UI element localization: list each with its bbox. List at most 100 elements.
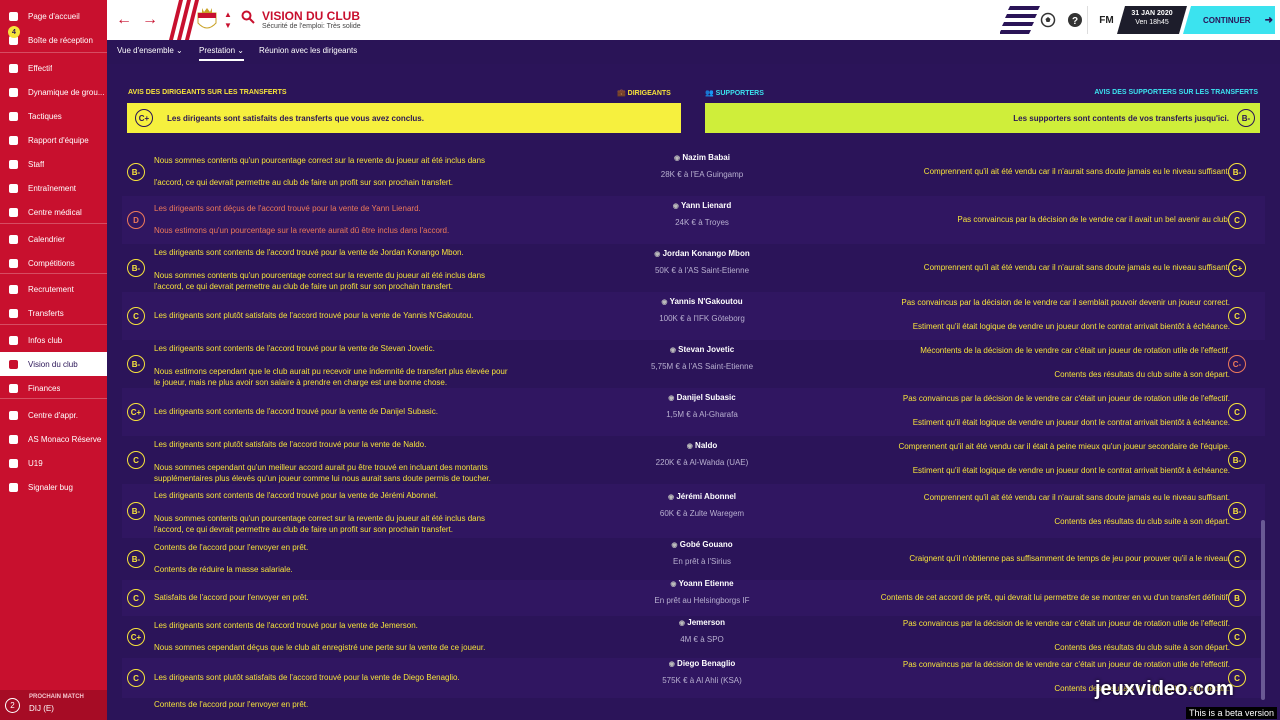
sidebar-item-dynamics[interactable]: Dynamique de grou... — [0, 80, 107, 104]
transfer-row[interactable]: B- Les dirigeants sont contents de l'acco… — [122, 484, 1265, 538]
supporters-grade-badge: B- — [1228, 163, 1246, 181]
player-name-link[interactable]: ◉ Danijel Subasic — [627, 393, 777, 402]
transfer-row[interactable]: C Les dirigeants sont plutôt satisfaits d… — [122, 436, 1265, 484]
sidebar-item-tactics[interactable]: Tactiques — [0, 104, 107, 128]
transfer-fee: En prêt à l'Sirius — [673, 557, 731, 566]
player-name-link[interactable]: ◉ Jemerson — [627, 618, 777, 627]
supporters-grade-badge: B- — [1228, 502, 1246, 520]
board-comment: l'accord, ce qui devrait permettre au cl… — [154, 282, 454, 291]
player-icon: ◉ — [686, 443, 693, 450]
board-grade-badge: C+ — [127, 403, 145, 421]
sidebar-item-mail[interactable]: Boîte de réception 4 — [0, 26, 107, 52]
sidebar-item-u19[interactable]: U19 — [0, 451, 107, 475]
u19-icon — [7, 457, 19, 469]
sidebar-item-home[interactable]: Page d'accueil — [0, 4, 107, 28]
board-banner: C+ Les dirigeants sont satisfaits des tr… — [127, 103, 681, 133]
sidebar-item-label: Compétitions — [28, 258, 75, 268]
sidebar-item-calendar[interactable]: Calendrier — [0, 227, 107, 251]
transfer-row[interactable]: B- Contents de l'accord pour l'envoyer en… — [122, 538, 1265, 580]
player-name-link[interactable]: ◉ Stevan Jovetic — [627, 345, 777, 354]
sidebar-item-report[interactable]: Rapport d'équipe — [0, 128, 107, 152]
player-name-link[interactable]: ◉ Yoann Etienne — [627, 579, 777, 588]
sidebar-item-label: Recrutement — [28, 284, 74, 294]
sidebar-item-scouting[interactable]: Recrutement — [0, 277, 107, 301]
board-comment: Les dirigeants sont déçus de l'accord tr… — [154, 204, 421, 213]
board-message: Les dirigeants sont satisfaits des trans… — [167, 113, 424, 123]
transfer-row[interactable]: D Les dirigeants sont déçus de l'accord t… — [122, 196, 1265, 244]
sidebar-item-label: Effectif — [28, 63, 53, 73]
sidebar-item-academy[interactable]: Centre d'appr. — [0, 403, 107, 427]
sidebar-item-staff[interactable]: Staff — [0, 152, 107, 176]
continue-button[interactable]: CONTINUER ➜ — [1183, 6, 1275, 34]
tab-label: Prestation — [199, 46, 236, 55]
help-icon[interactable]: ? — [1067, 12, 1083, 28]
top-bar: ← → ▲ ▼ VISION DU CLUB Sécurité de l'empl… — [107, 0, 1280, 40]
sidebar-item-training[interactable]: Entraînement — [0, 176, 107, 200]
player-name-link[interactable]: ◉ Yann Lienard — [627, 201, 777, 210]
sidebar-item-label: Vision du club — [28, 359, 78, 369]
next-match-panel[interactable]: 2 PROCHAIN MATCH DIJ (E) — [0, 690, 107, 720]
transfer-row[interactable]: B- Les dirigeants sont contents de l'acco… — [122, 244, 1265, 292]
transfer-row[interactable]: C Les dirigeants sont plutôt satisfaits d… — [122, 292, 1265, 340]
current-date: 31 JAN 2020 — [1131, 10, 1173, 17]
football-icon[interactable] — [1040, 12, 1056, 28]
inbox-count-badge: 4 — [8, 26, 20, 38]
board-comment: Les dirigeants sont plutôt satisfaits de… — [154, 673, 460, 682]
supporters-tag: 👥 SUPPORTERS — [705, 89, 764, 97]
report-icon — [7, 134, 19, 146]
sidebar-item-shield[interactable]: Infos club — [0, 328, 107, 352]
sidebar-item-medical[interactable]: Centre médical — [0, 200, 107, 224]
player-name-link[interactable]: ◉ Naldo — [627, 441, 777, 450]
tab-performance[interactable]: Prestation ⌄ — [199, 46, 244, 61]
sidebar-item-bug[interactable]: Signaler bug — [0, 475, 107, 499]
transfer-row[interactable]: C+ Les dirigeants sont contents de l'acco… — [122, 616, 1265, 658]
player-name-link[interactable]: ◉ Jordan Konango Mbon — [627, 249, 777, 258]
player-name-link[interactable]: ◉ Jérémi Abonnel — [627, 492, 777, 501]
prev-next-club-icon[interactable]: ▲ ▼ — [224, 9, 232, 31]
medical-icon — [7, 206, 19, 218]
forward-arrow-icon[interactable]: → — [142, 11, 158, 29]
transfer-row[interactable]: C Satisfaits de l'accord pour l'envoyer e… — [122, 579, 1265, 616]
sidebar-item-vision[interactable]: Vision du club — [0, 352, 107, 376]
board-grade-badge: B- — [127, 259, 145, 277]
board-grade-badge: D — [127, 211, 145, 229]
player-name-link[interactable]: ◉ Nazim Babai — [627, 153, 777, 162]
transfer-fee: 4M € à SPO — [680, 635, 724, 644]
supporters-grade-badge: C — [1228, 403, 1246, 421]
player-name: Naldo — [695, 441, 718, 450]
player-name-link[interactable]: ◉ Yannis N'Gakoutou — [627, 297, 777, 306]
board-comment: Satisfaits de l'accord pour l'envoyer en… — [154, 593, 309, 602]
sidebar-item-trophy[interactable]: Compétitions — [0, 251, 107, 275]
sidebar-item-transfers[interactable]: Transferts — [0, 301, 107, 325]
player-icon: ◉ — [668, 395, 675, 402]
transfer-row[interactable]: B- Nous sommes contents qu'un pourcentage… — [122, 148, 1265, 196]
transfer-row[interactable]: B- Les dirigeants sont contents de l'acco… — [122, 340, 1265, 388]
transfer-row[interactable]: C Les dirigeants sont plutôt satisfaits d… — [122, 658, 1265, 698]
board-comment: Les dirigeants sont contents de l'accord… — [154, 344, 435, 353]
tab-board-meeting[interactable]: Réunion avec les dirigeants — [259, 46, 357, 55]
transfer-fee: 100K € à l'IFK Göteborg — [659, 314, 745, 323]
board-tag: 💼 DIRIGEANTS — [617, 89, 671, 97]
search-icon[interactable] — [241, 10, 255, 24]
tab-overview[interactable]: Vue d'ensemble ⌄ — [117, 46, 183, 55]
player-icon: ◉ — [674, 155, 681, 162]
next-match-value: DIJ (E) — [29, 704, 54, 713]
transfer-row[interactable]: C+ Les dirigeants sont contents de l'acco… — [122, 388, 1265, 436]
board-grade-badge: C — [127, 669, 145, 687]
player-icon: ◉ — [672, 203, 679, 210]
sidebar-item-label: Centre médical — [28, 207, 82, 217]
sidebar-item-finances[interactable]: Finances — [0, 376, 107, 400]
supporters-comment: Estiment qu'il était logique de vendre u… — [912, 466, 1230, 475]
sidebar-item-label: Rapport d'équipe — [28, 135, 89, 145]
beta-notice: This is a beta version — [1186, 707, 1278, 719]
back-arrow-icon[interactable]: ← — [116, 11, 132, 29]
player-name-link[interactable]: ◉ Diego Benaglio — [627, 659, 777, 668]
sidebar-item-people[interactable]: Effectif — [0, 56, 107, 80]
date-display[interactable]: 31 JAN 2020 Ven 18h45 — [1117, 6, 1187, 34]
supporters-grade-badge: B — [1228, 589, 1246, 607]
scrollbar[interactable] — [1261, 520, 1265, 700]
sidebar-item-reserve[interactable]: AS Monaco Réserve — [0, 427, 107, 451]
player-name-link[interactable]: ◉ Gobé Gouano — [627, 540, 777, 549]
transfer-row[interactable]: Contents de l'accord pour l'envoyer en p… — [122, 698, 1265, 720]
board-comment: Contents de réduire la masse salariale. — [154, 565, 293, 574]
